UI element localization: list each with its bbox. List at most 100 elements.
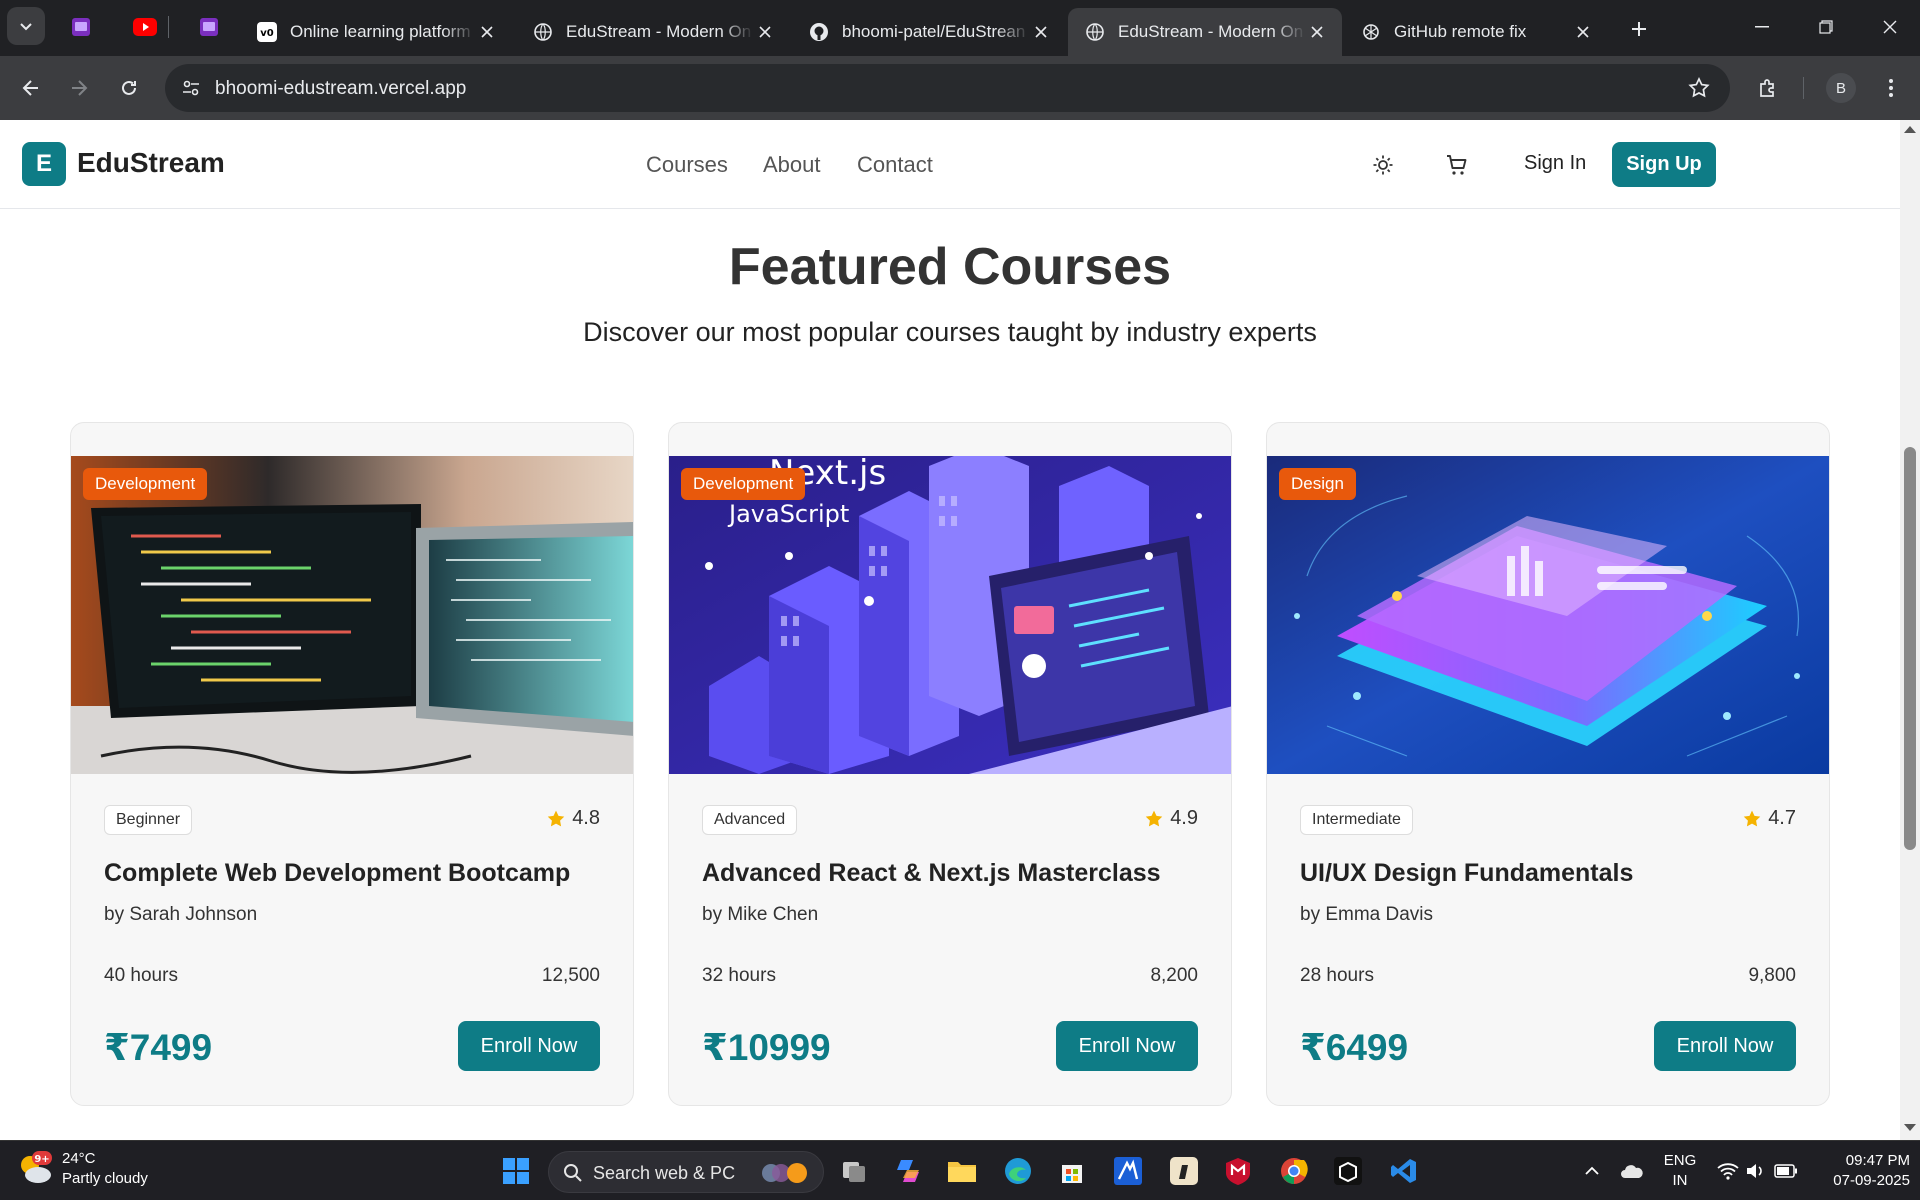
mcafee-shield-icon[interactable] [1222, 1155, 1254, 1187]
taskbar-search[interactable]: Search web & PC [548, 1151, 824, 1193]
rating-value: 4.8 [572, 807, 600, 829]
copilot-icon[interactable] [892, 1155, 924, 1187]
windows-start-icon[interactable] [500, 1155, 532, 1187]
category-badge: Design [1279, 468, 1356, 500]
extensions-puzzle-icon[interactable] [1752, 72, 1784, 104]
course-price: ₹6499 [1300, 1027, 1409, 1068]
microsoft-store-icon[interactable] [1056, 1155, 1088, 1187]
category-badge: Development [83, 468, 208, 500]
reload-icon[interactable] [113, 72, 145, 104]
logo-mark[interactable]: E [22, 142, 66, 186]
app-blue-icon[interactable] [1112, 1155, 1144, 1187]
course-card[interactable]: Development Beginner 4.8 Complete Web De… [70, 422, 634, 1106]
browser-tab[interactable]: EduStream - Modern On [516, 8, 790, 56]
course-thumbnail [1267, 456, 1829, 774]
edge-browser-icon[interactable] [1002, 1155, 1034, 1187]
clock[interactable]: 09:47 PM 07-09-2025 [1814, 1151, 1910, 1191]
course-title[interactable]: Advanced React & Next.js Masterclass [702, 859, 1161, 888]
address-bar[interactable]: bhoomi-edustream.vercel.app [165, 64, 1730, 112]
task-view-icon[interactable] [838, 1155, 870, 1187]
app-box-icon[interactable] [1332, 1155, 1364, 1187]
site-header: E EduStream Courses About Contact Sign I… [0, 120, 1900, 209]
tab-search-button[interactable] [7, 7, 45, 45]
chrome-browser-icon[interactable] [1278, 1155, 1310, 1187]
course-card[interactable]: Design Intermediate 4.7 UI/UX Design Fun… [1266, 422, 1830, 1106]
browser-tab-active[interactable]: EduStream - Modern On [1068, 8, 1342, 56]
rating: 4.9 [1144, 807, 1198, 830]
bookmark-star-icon[interactable] [1687, 76, 1711, 100]
course-card[interactable]: Next.js JavaScript Development Advanced … [668, 422, 1232, 1106]
app-pen-icon[interactable] [1168, 1155, 1200, 1187]
clock-date: 07-09-2025 [1833, 1172, 1910, 1189]
enroll-button[interactable]: Enroll Now [1056, 1021, 1198, 1071]
weather-widget[interactable]: 9+ 24°C Partly cloudy [16, 1149, 148, 1189]
javascript-image-text: JavaScript [727, 500, 849, 528]
weather-desc: Partly cloudy [62, 1170, 148, 1187]
tab-title: GitHub remote fix [1394, 22, 1527, 41]
course-title[interactable]: UI/UX Design Fundamentals [1300, 859, 1633, 888]
shopping-cart-icon[interactable] [1444, 152, 1470, 178]
onedrive-cloud-icon[interactable] [1616, 1155, 1648, 1187]
globe-icon [532, 21, 554, 43]
close-tab-icon[interactable] [476, 21, 498, 43]
rating-value: 4.9 [1170, 807, 1198, 829]
sign-up-button[interactable]: Sign Up [1612, 142, 1716, 187]
course-title[interactable]: Complete Web Development Bootcamp [104, 859, 570, 888]
more-menu-icon[interactable] [1875, 72, 1907, 104]
profile-avatar[interactable]: B [1826, 73, 1856, 103]
pinned-tab-course-icon[interactable] [69, 15, 93, 39]
course-students: 8,200 [1150, 965, 1198, 986]
page-scrollbar[interactable] [1900, 120, 1920, 1140]
enroll-button[interactable]: Enroll Now [1654, 1021, 1796, 1071]
globe-icon [1084, 21, 1106, 43]
nav-link-about[interactable]: About [763, 152, 821, 178]
tab-title: Online learning platform [290, 22, 471, 41]
back-arrow-icon[interactable] [15, 72, 47, 104]
weather-badge: 9+ [34, 1154, 49, 1165]
browser-tab[interactable]: v0 Online learning platform [240, 8, 512, 56]
github-icon [808, 21, 830, 43]
pinned-tab-youtube-icon[interactable] [133, 15, 157, 39]
browser-tab[interactable]: GitHub remote fix [1344, 8, 1608, 56]
course-duration: 28 hours [1300, 965, 1374, 986]
course-thumbnail [71, 456, 633, 774]
close-tab-icon[interactable] [1030, 21, 1052, 43]
minimize-window-icon[interactable] [1742, 10, 1782, 44]
weather-temp: 24°C [62, 1150, 96, 1167]
battery-icon[interactable] [1770, 1155, 1802, 1187]
course-duration: 32 hours [702, 965, 776, 986]
language-code: ENG [1663, 1152, 1697, 1169]
forward-arrow-icon[interactable] [63, 72, 95, 104]
close-tab-icon[interactable] [1306, 21, 1328, 43]
close-tab-icon[interactable] [754, 21, 776, 43]
scroll-up-arrow-icon [1904, 126, 1916, 133]
pinned-tab-course-icon[interactable] [197, 15, 221, 39]
chevron-down-icon [20, 23, 32, 31]
volume-icon[interactable] [1740, 1155, 1772, 1187]
section-subtitle: Discover our most popular courses taught… [583, 317, 1317, 347]
nav-link-courses[interactable]: Courses [646, 152, 728, 178]
search-icon [564, 1164, 582, 1182]
brand-name[interactable]: EduStream [77, 147, 225, 179]
restore-window-icon[interactable] [1806, 10, 1846, 44]
close-window-icon[interactable] [1870, 10, 1910, 44]
course-students: 9,800 [1748, 965, 1796, 986]
site-settings-icon[interactable] [179, 76, 203, 100]
scrollbar-thumb[interactable] [1904, 447, 1916, 850]
language-indicator[interactable]: ENG IN [1660, 1151, 1700, 1191]
vscode-icon[interactable] [1388, 1155, 1420, 1187]
enroll-button[interactable]: Enroll Now [458, 1021, 600, 1071]
close-tab-icon[interactable] [1572, 21, 1594, 43]
star-icon [1743, 810, 1761, 826]
url-text[interactable]: bhoomi-edustream.vercel.app [215, 78, 466, 100]
show-hidden-icons-chevron-icon[interactable] [1576, 1155, 1608, 1187]
new-tab-plus-icon[interactable] [1626, 16, 1652, 42]
file-explorer-icon[interactable] [946, 1155, 978, 1187]
tab-title: EduStream - Modern On [1118, 22, 1304, 41]
theme-toggle-sun-icon[interactable] [1370, 152, 1396, 178]
nav-link-contact[interactable]: Contact [857, 152, 933, 178]
course-thumbnail: Next.js JavaScript [669, 456, 1231, 774]
sign-in-link[interactable]: Sign In [1524, 152, 1586, 175]
region-code: IN [1672, 1172, 1688, 1189]
browser-tab[interactable]: bhoomi-patel/EduStrean [792, 8, 1066, 56]
